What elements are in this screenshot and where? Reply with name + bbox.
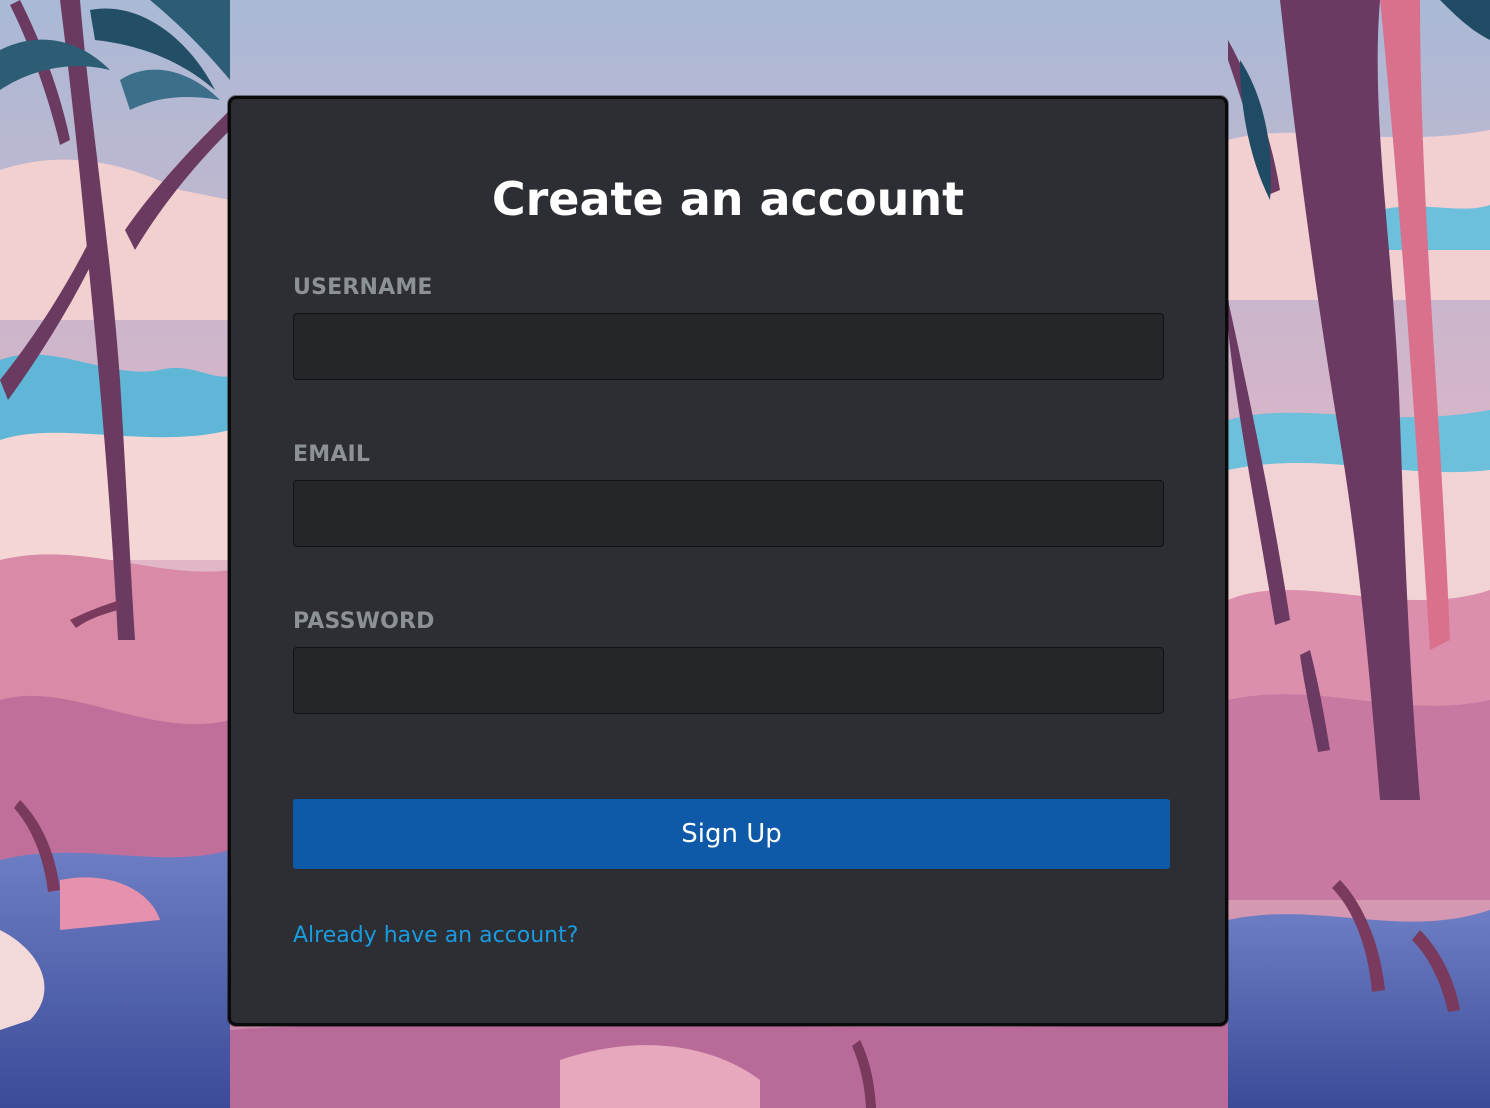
sign-up-button[interactable]: Sign Up xyxy=(293,799,1170,869)
password-input[interactable] xyxy=(293,647,1164,714)
login-link[interactable]: Already have an account? xyxy=(293,921,578,951)
page-title: Create an account xyxy=(491,172,965,226)
email-input[interactable] xyxy=(293,480,1164,547)
username-label: USERNAME xyxy=(293,275,433,300)
username-input[interactable] xyxy=(293,313,1164,380)
signup-card: Create an account USERNAME EMAIL PASSWOR… xyxy=(228,96,1228,1026)
password-label: PASSWORD xyxy=(293,609,435,634)
email-label: EMAIL xyxy=(293,442,371,467)
